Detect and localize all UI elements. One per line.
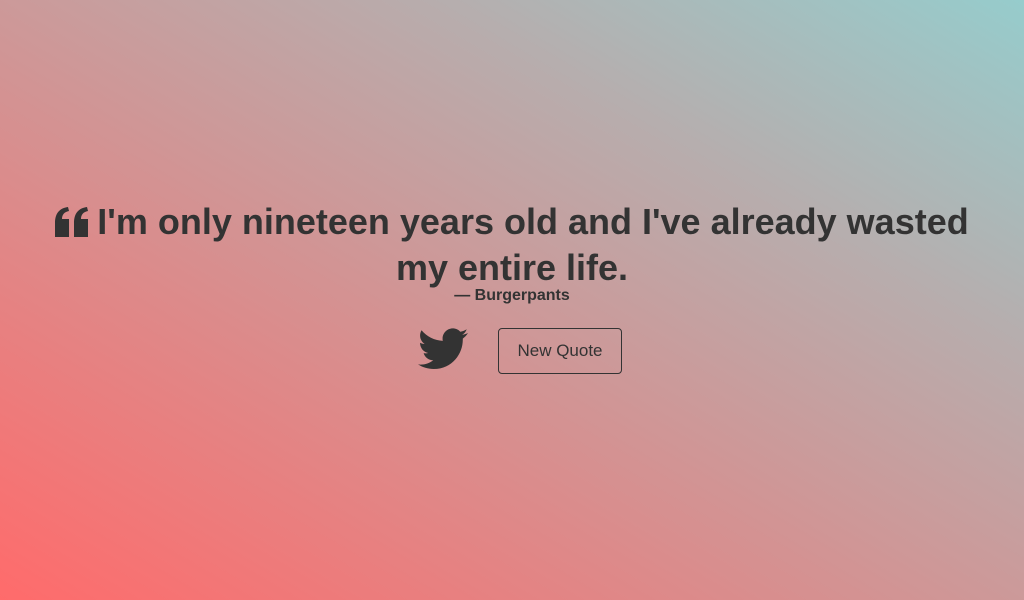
quote-text-block: I'm only nineteen years old and I've alr… bbox=[40, 200, 984, 289]
quote-left-icon bbox=[55, 203, 89, 246]
quote-author: — Burgerpants bbox=[454, 287, 570, 304]
quote-text: I'm only nineteen years old and I've alr… bbox=[97, 201, 969, 288]
quote-box: I'm only nineteen years old and I've alr… bbox=[0, 0, 1024, 600]
new-quote-button[interactable]: New Quote bbox=[498, 328, 622, 374]
twitter-icon bbox=[418, 327, 468, 375]
quote-actions: New Quote bbox=[0, 327, 1024, 375]
tweet-button[interactable] bbox=[418, 327, 468, 375]
